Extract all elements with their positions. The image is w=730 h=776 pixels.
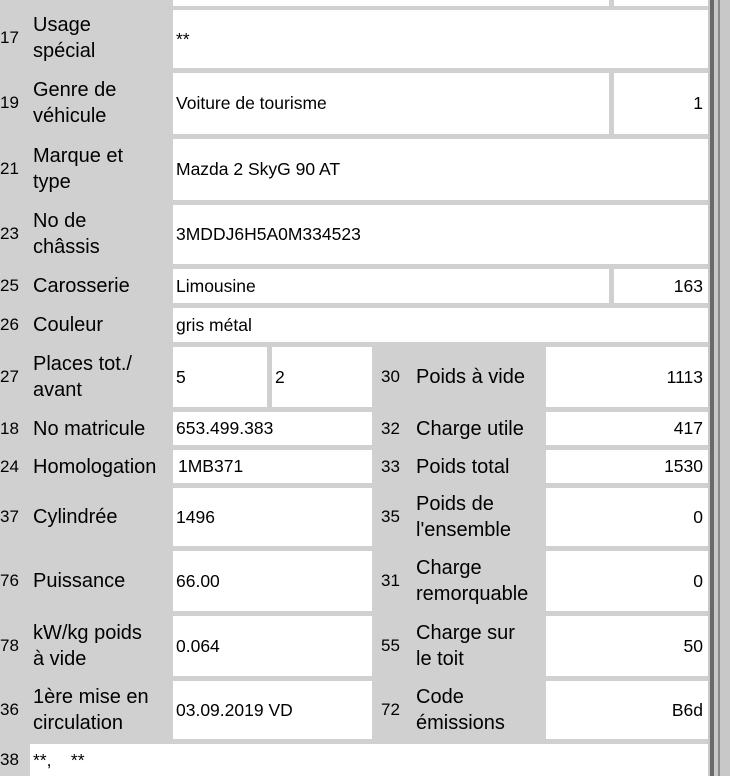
field-number: 17 [0,28,19,47]
field-displacement: 1496 [173,488,372,546]
field-combined-weight: 0 [546,488,708,546]
field-empty-weight: 1113 [546,347,708,407]
field-label: Poids à vide [416,366,525,388]
field-label-line2: à vide [33,648,87,670]
field-number: 24 [0,456,19,476]
field-label-line2: type [33,171,71,193]
field-remarks: **, ** [30,744,708,776]
field-label: Usage spécial [33,10,95,66]
field-label: Code émissions [416,681,505,738]
field-number: 36 [0,699,19,719]
field-registration-number: 653.499.383 [173,412,372,445]
field-make-type: Mazda 2 SkyG 90 AT [173,139,708,200]
field-label: Cylindrée [33,506,118,528]
field-label-line1: Genre de [33,79,117,101]
vehicle-registration-form: 17 Usage spécial ** 19 Genre de véhicule… [0,0,708,776]
field-label-line1: Places tot./ [33,353,132,375]
field-label-line1: No de [33,210,87,232]
field-seats-front: 2 [272,347,372,407]
field-usage-special: ** [173,10,708,68]
field-number: 30 [381,367,400,386]
field-number: 26 [0,315,19,334]
field-number: 76 [0,571,19,590]
field-label: No matricule [33,417,146,440]
field-roof-load: 50 [546,616,708,676]
field-number: 38 [0,750,19,769]
field-number: 72 [381,699,400,719]
field-label: Genre de véhicule [33,73,116,133]
field-label: Couleur [33,314,104,336]
field-color: gris métal [173,308,708,342]
field-label-line1: Marque et [33,145,124,167]
field-label: kW/kg poids à vide [33,616,142,676]
field-chassis-number: 3MDDJ6H5A0M334523 [173,205,708,264]
scrollbar-border [710,0,714,776]
field-label: Marque et type [33,139,123,199]
field-label-line2: remorquable [416,583,529,605]
field-number: 18 [0,418,19,438]
field-number: 55 [381,636,400,655]
field-label-line2: circulation [33,711,124,734]
field-body-code: 163 [614,269,708,303]
field-number: 31 [381,571,400,590]
field-emission-code: B6d [546,681,708,739]
field-first-registration: 03.09.2019 VD [173,681,372,739]
field-homologation: 1MB371 [173,450,372,483]
field-label-line1: Usage [33,14,91,36]
field-power: 66.00 [173,551,372,611]
scrollbar-thumb-edge [718,0,720,776]
field-label-line1: 1ère mise en [33,685,149,708]
field-label: Homologation [33,455,157,478]
field-body: Limousine [173,269,609,303]
field-number: 19 [0,93,19,112]
field-seats-total: 5 [173,347,267,407]
field-label: Charge sur le toit [416,616,515,676]
field-label-line2: l'ensemble [416,519,511,541]
field-label-line1: Poids de [416,493,494,515]
field-number: 23 [0,224,19,243]
field-vehicle-genre-code: 1 [614,73,708,134]
field-label-line1: Charge [416,557,482,579]
field-previous-code [614,0,708,6]
field-label-line2: spécial [33,40,96,62]
field-number: 78 [0,636,19,655]
field-total-weight: 1530 [546,450,708,483]
field-number: 33 [381,456,400,476]
field-label-line1: Code [416,685,464,708]
field-label: Places tot./ avant [33,347,132,407]
field-previous-value [173,0,609,6]
field-label: Poids total [416,455,510,478]
field-label-line1: kW/kg poids [33,622,142,644]
field-label-line2: avant [33,379,82,401]
field-label-line2: véhicule [33,105,107,127]
field-label: Puissance [33,570,126,592]
field-label-line2: châssis [33,236,100,258]
field-number: 25 [0,276,19,295]
field-label: No de châssis [33,205,100,263]
field-label-line1: Charge sur [416,622,515,644]
field-vehicle-genre: Voiture de tourisme [173,73,609,134]
field-number: 35 [381,507,400,526]
field-label: 1ère mise en circulation [33,681,149,738]
field-number: 21 [0,159,19,178]
field-towing-capacity: 0 [546,551,708,611]
field-label: Charge utile [416,417,524,440]
field-number: 37 [0,507,19,526]
field-label: Carosserie [33,275,130,297]
field-power-weight-ratio: 0.064 [173,616,372,676]
field-number: 27 [0,367,19,386]
field-label-line2: émissions [416,711,505,734]
field-payload: 417 [546,412,708,445]
field-label: Charge remorquable [416,551,528,611]
field-label: Poids de l'ensemble [416,488,511,546]
field-label-line2: le toit [416,648,464,670]
field-number: 32 [381,418,400,438]
